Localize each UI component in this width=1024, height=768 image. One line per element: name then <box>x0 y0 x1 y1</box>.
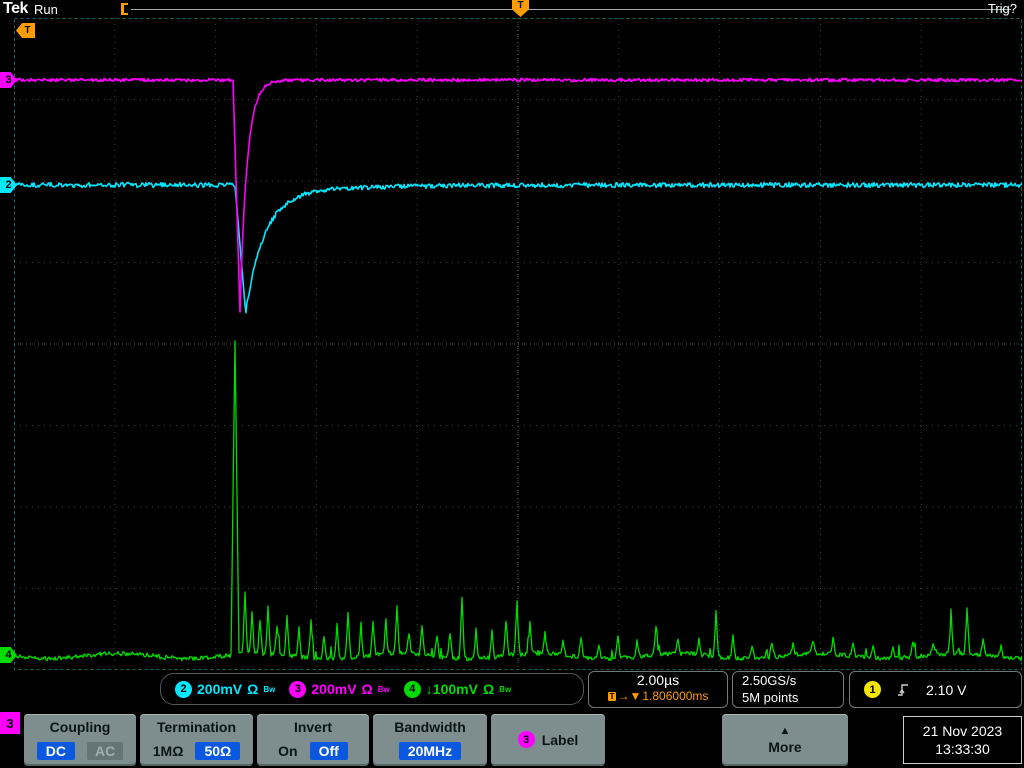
channel4-readout[interactable]: 4 ↓100mV Ω Bw <box>403 680 512 698</box>
time-value: 13:33:30 <box>935 741 990 757</box>
coupling-ac-option[interactable]: AC <box>87 742 124 760</box>
channel2-scale: 200mV <box>197 681 243 697</box>
channel3-readout[interactable]: 3 200mV Ω Bw <box>289 680 390 698</box>
sample-rate: 2.50GS/s <box>742 673 797 688</box>
record-view-line <box>131 9 1011 10</box>
record-length: 5M points <box>742 690 799 705</box>
more-label: More <box>768 738 802 755</box>
channel4-badge: 4 <box>403 680 421 698</box>
date-value: 21 Nov 2023 <box>922 723 1003 739</box>
channel2-readout[interactable]: 2 200mV Ω Bw <box>175 680 276 698</box>
trigger-position-label: T <box>517 0 524 11</box>
termination-1m-option[interactable]: 1MΩ <box>153 743 184 759</box>
coupling-dc-option[interactable]: DC <box>36 742 75 760</box>
channel4-marker-label: 4 <box>5 649 12 661</box>
channel3-badge: 3 <box>289 680 307 698</box>
timebase-scale: 2.00µs <box>636 672 680 688</box>
horizontal-delay: T →▼ 1.806000ms <box>589 689 727 704</box>
datetime-display: 21 Nov 2023 13:33:30 <box>903 716 1022 764</box>
delay-trigger-icon: T <box>607 692 617 701</box>
bandwidth-label: Bandwidth <box>394 719 466 735</box>
trigger-status-label: Trig? <box>987 1 1017 16</box>
trigger-level-value: 2.10 V <box>926 681 967 698</box>
oscilloscope-screen: Tek Run T Trig? T 3 2 4 2 200mV Ω Bw 3 2… <box>0 0 1024 768</box>
invert-on-option[interactable]: On <box>278 743 297 759</box>
channel3-scale: 200mV <box>311 681 357 697</box>
bandwidth-button[interactable]: Bandwidth 20MHz <box>373 714 487 766</box>
channel4-scale: ↓100mV <box>425 681 478 697</box>
channel3-marker-label: 3 <box>5 74 12 86</box>
more-up-arrow-icon: ▲ <box>779 724 791 737</box>
bandwidth-value[interactable]: 20MHz <box>398 742 462 760</box>
acquisition-run-status: Run <box>34 2 58 17</box>
bottom-menu: 3 Coupling DC AC Termination 1MΩ 50Ω Inv… <box>0 712 1024 768</box>
channel4-impedance: Ω <box>482 681 495 697</box>
termination-label: Termination <box>156 719 237 735</box>
trigger-position-marker-icon[interactable]: T <box>512 0 529 17</box>
channel2-badge: 2 <box>175 680 192 698</box>
channel2-marker-label: 2 <box>5 179 12 191</box>
channel4-bandwidth-limit-icon: Bw <box>499 684 512 694</box>
trigger-level-label: T <box>24 25 31 36</box>
label-channel-badge: 3 <box>517 731 535 748</box>
termination-50-option[interactable]: 50Ω <box>195 742 241 760</box>
trigger-readout[interactable]: 1 2.10 V <box>849 671 1022 708</box>
readout-bar: 2 200mV Ω Bw 3 200mV Ω Bw 4 ↓100mV Ω Bw … <box>0 670 1024 712</box>
horizontal-readout[interactable]: 2.00µs T →▼ 1.806000ms <box>588 671 728 708</box>
termination-button[interactable]: Termination 1MΩ 50Ω <box>140 714 253 766</box>
label-button[interactable]: 3 Label <box>491 714 605 766</box>
coupling-button[interactable]: Coupling DC AC <box>24 714 136 766</box>
invert-label: Invert <box>293 719 333 735</box>
rising-edge-slope-icon <box>898 683 908 696</box>
invert-off-option[interactable]: Off <box>309 742 348 760</box>
menu-channel-badge: 3 <box>0 712 20 734</box>
top-bar: Tek Run T Trig? <box>0 0 1024 18</box>
record-view-left-bracket-icon <box>121 3 128 15</box>
delay-arrows-icon: →▼ <box>617 689 642 703</box>
channel3-impedance: Ω <box>361 681 373 697</box>
channel3-bandwidth-limit-icon: Bw <box>377 684 390 694</box>
graticule-svg <box>14 18 1022 670</box>
label-button-text: Label <box>541 731 579 748</box>
coupling-label: Coupling <box>49 719 111 735</box>
channel-readouts: 2 200mV Ω Bw 3 200mV Ω Bw 4 ↓100mV Ω Bw <box>160 673 584 705</box>
acquisition-readout[interactable]: 2.50GS/s 5M points <box>732 671 844 708</box>
waveform-display <box>14 18 1022 670</box>
invert-button[interactable]: Invert On Off <box>257 714 369 766</box>
more-button[interactable]: ▲ More <box>722 714 848 766</box>
trigger-source-badge: 1 <box>864 681 881 698</box>
channel2-impedance: Ω <box>247 681 259 697</box>
channel2-bandwidth-limit-icon: Bw <box>263 684 276 694</box>
delay-value: 1.806000ms <box>642 689 709 703</box>
tek-logo: Tek <box>3 0 28 17</box>
